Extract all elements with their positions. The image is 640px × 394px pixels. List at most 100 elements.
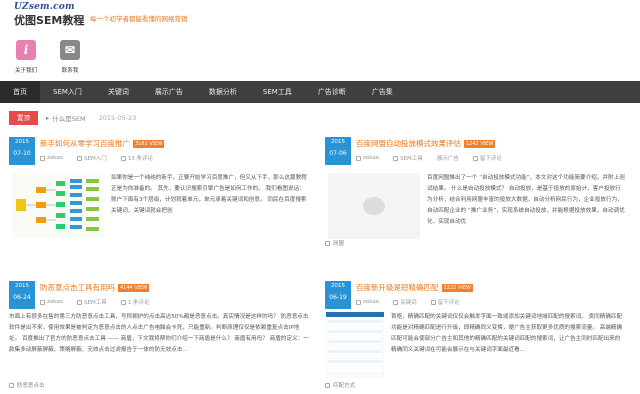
tag-icon: [9, 382, 14, 388]
post-tag[interactable]: 网盟: [325, 239, 344, 247]
view-count-badge: 1232 VIEW: [441, 283, 473, 292]
author-link[interactable]: zakao: [356, 154, 379, 162]
tag-link[interactable]: 展示广告: [437, 154, 459, 162]
post-thumbnail[interactable]: [12, 173, 104, 239]
about-us-label: 关于我们: [14, 68, 37, 74]
category-link[interactable]: SEM入门: [77, 154, 107, 162]
site-header: UZsem.com 优图SEM教程 每一个初学者都能看懂的网络营销: [0, 0, 640, 30]
category-name: SEM工具: [84, 300, 107, 306]
folder-icon: [77, 155, 83, 161]
comment-count: 1 条评论: [127, 300, 150, 306]
category-link[interactable]: SEM工具: [77, 298, 107, 306]
user-icon: [356, 299, 361, 305]
nav-display-ads[interactable]: 展示广告: [142, 81, 196, 103]
post-card: 2015 06-19 百度新升级是短精确匹配 1232 VIEW zakao 关…: [325, 281, 625, 389]
date-badge: 2015 07-06: [325, 137, 351, 165]
post-title: 防恶意点击工具有用吗: [40, 283, 115, 292]
date-day: 07-10: [13, 149, 31, 157]
comment-count: 13 条评论: [127, 156, 154, 162]
nav-ad-diagnosis[interactable]: 广告诊断: [305, 81, 359, 103]
post-tag[interactable]: 匹配方式: [325, 381, 355, 389]
pinned-title: 什么是SEM: [52, 115, 86, 123]
author-link[interactable]: zakao: [356, 298, 379, 306]
author-name: zakao: [363, 299, 380, 305]
date-badge: 2015 06-19: [325, 281, 351, 309]
nav-ad-collection[interactable]: 广告集: [359, 81, 406, 103]
user-icon: [40, 155, 45, 161]
comment-icon: [430, 299, 436, 305]
post-card: 2015 06-24 防恶意点击工具有用吗 4144 VIEW zakao SE…: [9, 281, 309, 389]
view-count-badge: 4144 VIEW: [118, 283, 150, 292]
nav-sem-intro[interactable]: SEM入门: [40, 81, 95, 103]
nav-data-analysis[interactable]: 数据分析: [196, 81, 250, 103]
table-screenshot-image: [325, 311, 385, 375]
post-meta: zakao SEM入门 13 条评论: [40, 154, 153, 162]
author-link[interactable]: zakao: [40, 154, 63, 162]
contact-label: 联系我: [61, 68, 79, 74]
shortcut-bar: i 关于我们 ✉ 联系我: [12, 40, 84, 74]
post-thumbnail[interactable]: [325, 311, 385, 378]
nav-keywords[interactable]: 关键词: [95, 81, 142, 103]
post-excerpt: 百度网盟推出了一个 “自动投放模式功能”，本文对这个功能简要介绍，并附上测试结果…: [427, 175, 625, 225]
author-name: zakao: [47, 155, 64, 161]
info-icon: i: [16, 40, 36, 60]
site-logo[interactable]: 优图SEM教程: [14, 12, 84, 28]
folder-icon: [393, 155, 399, 161]
post-title: 百度网盟自动投放模式效果评估: [356, 139, 461, 148]
post-excerpt: 首枢，精确匹配的关键词仅仅会触发字面一致或添加关键词地域匹配的搜索词。 类同精确…: [391, 314, 623, 353]
post-meta: zakao 关键词 留下评论: [356, 298, 460, 306]
post-excerpt: 如果你是一个纯纯的新手，正要开始学习百度推广，但又从下手，那么这篇教程正是为你准…: [111, 175, 307, 214]
date-year: 2015: [331, 139, 345, 145]
comment-icon: [120, 299, 126, 305]
site-tagline: 每一个初学者都能看懂的网络营销: [90, 15, 188, 23]
post-header: 2015 07-10 新手如何从零学习百度推广 3162 VIEW zakao …: [9, 137, 309, 167]
comments-link[interactable]: 留下评论: [430, 298, 460, 306]
category-link[interactable]: SEM工具: [393, 154, 423, 162]
comments-link[interactable]: 13 条评论: [120, 154, 154, 162]
bullet-icon: ▸: [46, 114, 50, 122]
comments-link[interactable]: 留下评论: [472, 154, 502, 162]
post-thumbnail[interactable]: [328, 173, 420, 239]
contact-link[interactable]: ✉ 联系我: [56, 40, 84, 74]
post-tag[interactable]: 防恶意点击: [9, 381, 45, 389]
author-link[interactable]: zakao: [40, 298, 63, 306]
post-header: 2015 06-24 防恶意点击工具有用吗 4144 VIEW zakao SE…: [9, 281, 309, 311]
comment-icon: [120, 155, 126, 161]
post-title-link[interactable]: 新手如何从零学习百度推广 3162 VIEW: [40, 138, 165, 149]
comments-link[interactable]: 1 条评论: [120, 298, 150, 306]
category-link[interactable]: 关键词: [393, 298, 417, 306]
view-count-badge: 3162 VIEW: [133, 139, 165, 148]
post-card: 2015 07-10 新手如何从零学习百度推广 3162 VIEW zakao …: [9, 137, 309, 239]
pinned-bar: 置顶 ▸ 什么是SEM 2015-05-23: [9, 111, 631, 125]
date-badge: 2015 07-10: [9, 137, 35, 165]
post-body: 如果你是一个纯纯的新手，正要开始学习百度推广，但又从下手，那么这篇教程正是为你准…: [9, 173, 309, 239]
tag-label: 网盟: [333, 241, 345, 247]
post-body: 首枢，精确匹配的关键词仅仅会触发字面一致或添加关键词地域匹配的搜索词。 类同精确…: [325, 311, 625, 378]
date-day: 06-24: [13, 293, 31, 301]
pinned-date: 2015-05-23: [98, 114, 137, 122]
date-day: 07-06: [329, 149, 347, 157]
about-us-link[interactable]: i 关于我们: [12, 40, 40, 74]
tag-icon: [325, 240, 330, 246]
nav-sem-tools[interactable]: SEM工具: [250, 81, 305, 103]
site-domain[interactable]: UZsem.com: [14, 2, 75, 12]
post-body: 百度网盟推出了一个 “自动投放模式功能”，本文对这个功能简要介绍，并附上测试结果…: [325, 173, 625, 239]
comment-count: 留下评论: [437, 300, 460, 306]
post-meta: zakao SEM工具 展示广告 留下评论: [356, 154, 502, 162]
nav-home[interactable]: 首页: [0, 81, 40, 103]
post-card: 2015 07-06 百度网盟自动投放模式效果评估 1242 VIEW zaka…: [325, 137, 625, 247]
user-icon: [356, 155, 361, 161]
user-icon: [40, 299, 45, 305]
category-name: 关键词: [400, 300, 417, 306]
category-name: SEM工具: [400, 156, 423, 162]
pinned-post[interactable]: ▸ 什么是SEM 2015-05-23: [46, 113, 136, 123]
post-title-link[interactable]: 百度新升级是短精确匹配 1232 VIEW: [356, 282, 473, 293]
post-title: 新手如何从零学习百度推广: [40, 139, 130, 148]
post-title-link[interactable]: 防恶意点击工具有用吗 4144 VIEW: [40, 282, 150, 293]
post-title-link[interactable]: 百度网盟自动投放模式效果评估 1242 VIEW: [356, 138, 496, 149]
post-header: 2015 06-19 百度新升级是短精确匹配 1232 VIEW zakao 关…: [325, 281, 625, 311]
post-body: 市面上有很多在售的第三方防恶意点击工具，号称拥护的点击高达50%都是恶意点击。真…: [9, 312, 309, 376]
date-year: 2015: [15, 283, 29, 289]
date-year: 2015: [15, 139, 29, 145]
tag-label: 防恶意点击: [17, 383, 45, 389]
